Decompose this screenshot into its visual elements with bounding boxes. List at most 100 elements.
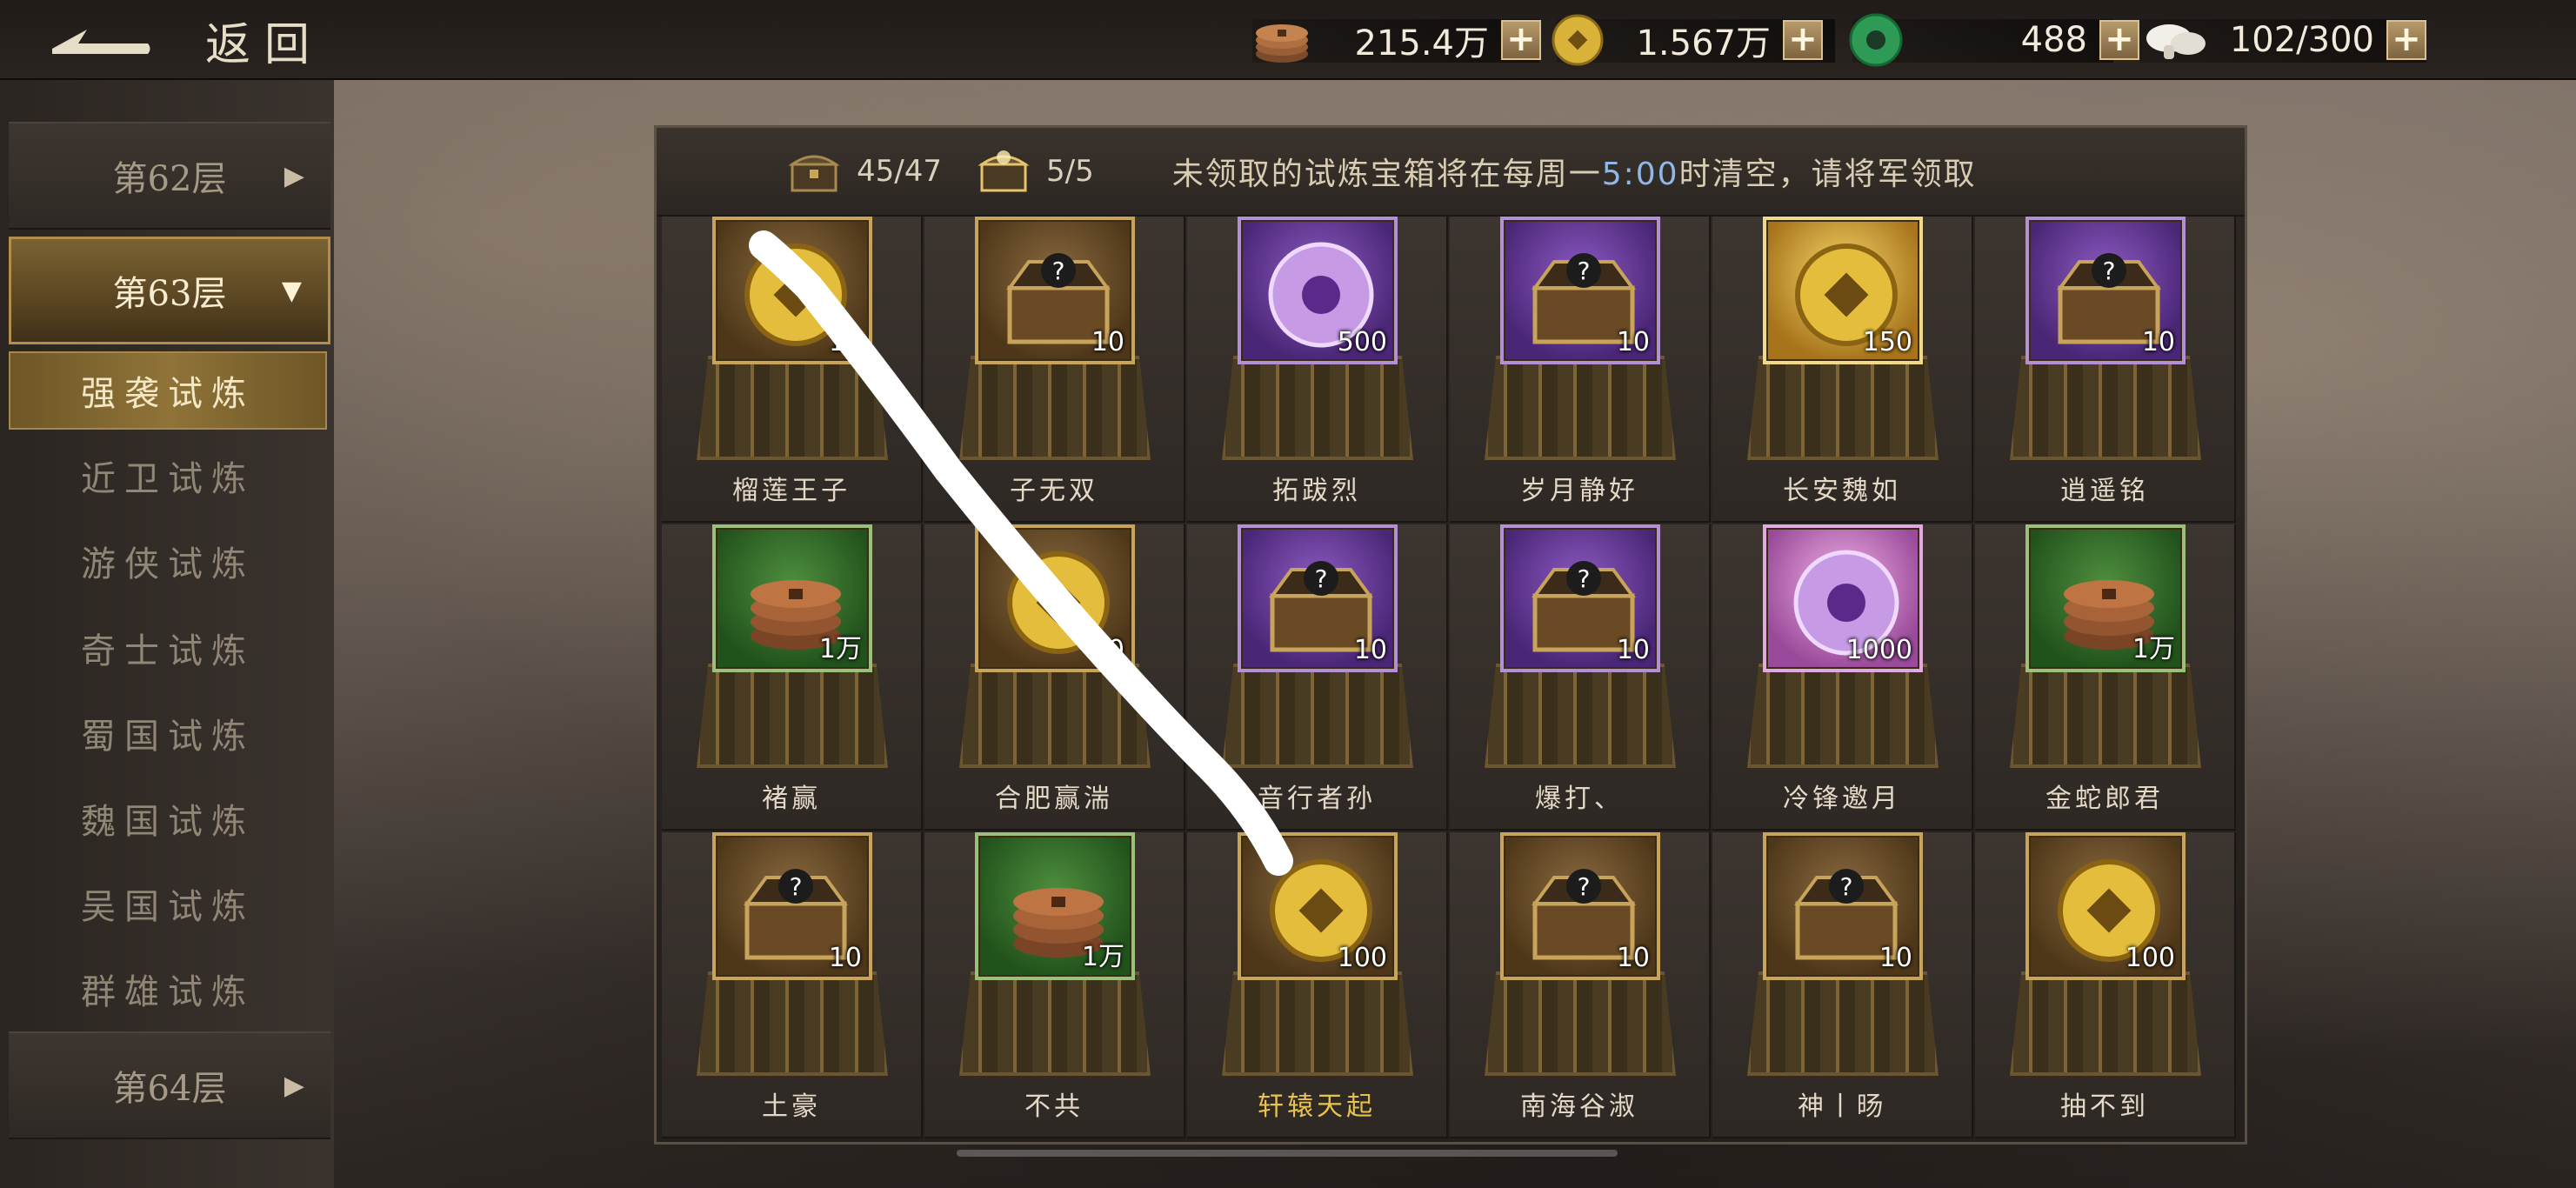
trial-strategist[interactable]: 奇士试炼 [9, 609, 327, 687]
reward-item[interactable]: 1万 [2025, 524, 2186, 672]
reward-quantity: 1万 [2132, 634, 2175, 664]
reward-cell[interactable]: 100 抽不到 [1975, 832, 2236, 1138]
reward-item[interactable]: 1万 [975, 832, 1135, 980]
reward-quantity: 1万 [1081, 942, 1124, 972]
add-mushroom-button[interactable]: + [2386, 20, 2426, 60]
reward-item[interactable]: 100 [1238, 832, 1398, 980]
resource-gold: 1.567万 + [1550, 14, 1823, 66]
trial-shu[interactable]: 蜀国试炼 [9, 694, 327, 772]
reward-quantity: 10 [1616, 635, 1650, 665]
chest-pedestal [1747, 971, 1939, 1076]
reward-cell[interactable]: 10 合肥赢湍 [924, 524, 1185, 831]
trial-assault[interactable]: 强袭试炼 [9, 351, 327, 430]
reward-quantity: 150 [1862, 327, 1912, 357]
player-name: 音行者孙 [1258, 784, 1376, 814]
back-label: 返回 [205, 18, 324, 71]
reward-cell[interactable]: ? 10 岁月静好 [1450, 217, 1711, 523]
trial-heroes[interactable]: 群雄试炼 [9, 950, 327, 1028]
reward-cell[interactable]: 1万褚赢 [662, 524, 923, 831]
chest-pedestal [2010, 664, 2201, 768]
floor-64-button[interactable]: 第64层 ▶ [9, 1031, 330, 1139]
mushroom-icon [2146, 24, 2206, 59]
floor-63-label: 第63层 [112, 274, 227, 314]
svg-text:?: ? [1578, 564, 1591, 593]
chest-pedestal [1222, 664, 1413, 768]
reward-quantity: 10 [1616, 327, 1650, 357]
trial-wu[interactable]: 吴国试炼 [9, 864, 327, 943]
reward-quantity: 10 [2141, 327, 2175, 357]
trial-guard[interactable]: 近卫试炼 [9, 437, 327, 515]
add-copper-button[interactable]: + [1501, 20, 1541, 60]
add-gold-button[interactable]: + [1783, 20, 1823, 60]
reward-quantity: 10 [828, 943, 862, 973]
floor-62-button[interactable]: 第62层 ▶ [9, 122, 330, 230]
player-name: 冷锋邀月 [1783, 784, 1901, 814]
resource-jade: 488 + [1847, 13, 2139, 67]
reward-item[interactable]: 10 [712, 217, 872, 364]
player-name: 土豪 [762, 1091, 821, 1122]
reward-cell[interactable]: ? 10 音行者孙 [1187, 524, 1448, 831]
add-jade-button[interactable]: + [2099, 20, 2139, 60]
reward-quantity: 10 [1879, 943, 1912, 973]
svg-text:?: ? [1052, 257, 1065, 285]
reward-item[interactable]: 1000 [1763, 524, 1923, 672]
reward-cell[interactable]: 500 拓跋烈 [1187, 217, 1448, 523]
mushroom-value: 102/300 [2229, 20, 2374, 60]
trial-strategist-label: 奇士试炼 [81, 631, 255, 671]
gold-value: 1.567万 [1636, 23, 1771, 63]
player-name: 爆打、 [1535, 784, 1624, 814]
reward-quantity: 100 [2125, 943, 2175, 973]
chest-pedestal [1485, 971, 1676, 1076]
sidebar: 第62层 ▶ 第63层 ▼ 强袭试炼 近卫试炼 游侠试炼 奇士试炼 蜀国试炼 魏… [0, 80, 334, 1188]
reward-cell[interactable]: 100 轩辕天起 [1187, 832, 1448, 1138]
back-button[interactable]: 返回 [35, 9, 324, 71]
svg-text:?: ? [1578, 257, 1591, 285]
reward-item[interactable]: ? 10 [2025, 217, 2186, 364]
reward-item[interactable]: ? 10 [1500, 217, 1660, 364]
horizontal-scrollbar[interactable] [957, 1150, 1618, 1157]
reward-cell[interactable]: 10 榴莲王子 [662, 217, 923, 523]
chest-pedestal [1485, 356, 1676, 460]
reward-item[interactable]: ? 10 [1238, 524, 1398, 672]
floor-63-button[interactable]: 第63层 ▼ [9, 237, 330, 344]
reward-quantity: 10 [1091, 327, 1124, 357]
reward-cell[interactable]: 1万不共 [924, 832, 1185, 1138]
reward-cell[interactable]: ? 10 土豪 [662, 832, 923, 1138]
chest-pedestal [959, 664, 1151, 768]
trial-assault-label: 强袭试炼 [81, 374, 255, 414]
trial-ranger[interactable]: 游侠试炼 [9, 522, 327, 600]
reward-item[interactable]: 150 [1763, 217, 1923, 364]
player-name: 不共 [1024, 1091, 1084, 1122]
reward-item[interactable]: 500 [1238, 217, 1398, 364]
gold-coin-icon [1552, 14, 1604, 66]
reward-cell[interactable]: 1万 金蛇郎君 [1975, 524, 2236, 831]
chest-pedestal [1747, 356, 1939, 460]
back-arrow-icon [52, 30, 150, 54]
reward-item[interactable]: ? 10 [1500, 524, 1660, 672]
reward-quantity: 1000 [1845, 635, 1912, 665]
reward-cell[interactable]: ? 10 神丨旸 [1712, 832, 1973, 1138]
floor-64-label: 第64层 [112, 1069, 227, 1109]
chest-pedestal [697, 356, 888, 460]
reward-quantity: 500 [1337, 327, 1387, 357]
reward-item[interactable]: ? 10 [1500, 832, 1660, 980]
reward-cell[interactable]: ? 10 子无双 [924, 217, 1185, 523]
reward-cell[interactable]: 1000 冷锋邀月 [1712, 524, 1973, 831]
reward-item[interactable]: ? 10 [975, 217, 1135, 364]
reward-item[interactable]: ? 10 [1763, 832, 1923, 980]
player-name: 褚赢 [762, 784, 821, 814]
reward-item[interactable]: 100 [2025, 832, 2186, 980]
resource-mushroom: 102/300 + [2141, 16, 2426, 64]
reward-item[interactable]: 10 [975, 524, 1135, 672]
trial-ranger-label: 游侠试炼 [81, 544, 255, 584]
trial-guard-label: 近卫试炼 [81, 459, 255, 499]
reward-item[interactable]: 1万 [712, 524, 872, 672]
trial-wei[interactable]: 魏国试炼 [9, 779, 327, 858]
trial-shu-label: 蜀国试炼 [81, 717, 255, 757]
reward-item[interactable]: ? 10 [712, 832, 872, 980]
player-name: 子无双 [1010, 476, 1098, 506]
reward-cell[interactable]: ? 10 逍遥铭 [1975, 217, 2236, 523]
reward-cell[interactable]: ? 10 南海谷淑 [1450, 832, 1711, 1138]
reward-cell[interactable]: ? 10 爆打、 [1450, 524, 1711, 831]
reward-cell[interactable]: 150 长安魏如 [1712, 217, 1973, 523]
